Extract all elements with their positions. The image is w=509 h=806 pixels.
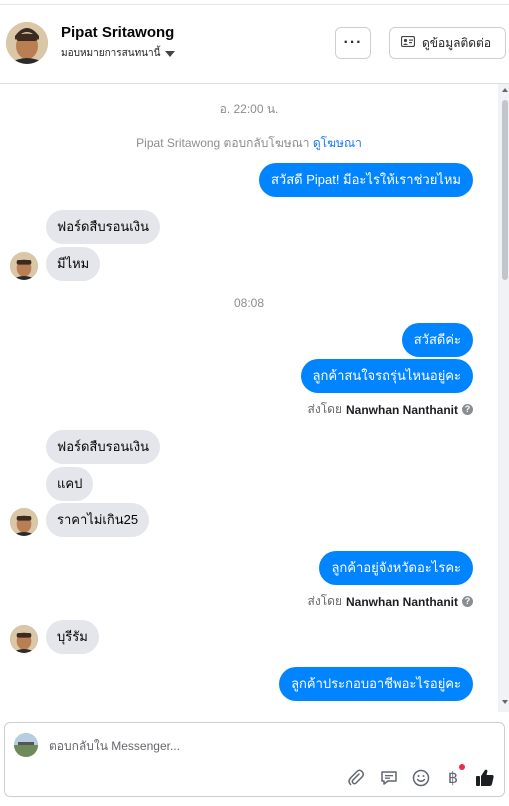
- ad-reply-notice: Pipat Sritawong ตอบกลับโฆษณา ดูโฆษณา: [0, 134, 498, 153]
- chevron-down-icon: [165, 50, 176, 57]
- message-outgoing: ลูกค้าสนใจรถรุ่นไหนอยู่คะ: [300, 359, 473, 393]
- contact-card-icon: [400, 35, 416, 50]
- sent-by-label: ส่งโดย: [307, 594, 342, 608]
- baht-icon[interactable]: ฿: [442, 767, 464, 789]
- message-thread[interactable]: อ. 22:00 น. Pipat Sritawong ตอบกลับโฆษณา…: [0, 84, 509, 712]
- sent-by-name: Nanwhan Nanthanit: [345, 594, 458, 609]
- timestamp: อ. 22:00 น.: [219, 102, 279, 116]
- help-icon[interactable]: ?: [462, 596, 473, 607]
- message-outgoing: สวัสดีค่ะ: [401, 323, 473, 357]
- sent-by-info: ส่งโดย Nanwhan Nanthanit ?: [308, 592, 473, 611]
- scrollbar-thumb[interactable]: [502, 100, 508, 280]
- message-outgoing: สวัสดี Pipat! มีอะไรให้เราช่วยไหม: [258, 163, 473, 197]
- message-incoming: แคป: [46, 467, 94, 501]
- attachment-icon[interactable]: [345, 767, 367, 789]
- conversation-header: Pipat Sritawong มอบหมายการสนทนานี้ ··· ด…: [0, 0, 509, 84]
- more-icon: ···: [343, 34, 363, 51]
- emoji-icon[interactable]: [410, 767, 432, 789]
- contact-name: Pipat Sritawong: [61, 24, 175, 41]
- view-contact-info-label: ดูข้อมูลติดต่อ: [422, 35, 492, 50]
- sent-by-label: ส่งโดย: [307, 402, 342, 416]
- avatar: [10, 252, 38, 280]
- message-incoming: บุรีรัม: [46, 620, 99, 654]
- assign-dropdown[interactable]: มอบหมายการสนทนานี้: [61, 46, 176, 61]
- divider: [0, 4, 509, 5]
- sent-by-info: ส่งโดย Nanwhan Nanthanit ?: [308, 400, 473, 419]
- avatar: [10, 625, 38, 653]
- thumbs-up-icon[interactable]: [474, 767, 496, 789]
- message-incoming: มีไหม: [46, 247, 101, 281]
- assign-label: มอบหมายการสนทนานี้: [61, 48, 161, 59]
- avatar: [14, 733, 38, 757]
- message-outgoing: ลูกค้าอยู่จังหวัดอะไรคะ: [319, 551, 473, 585]
- notification-dot: [459, 764, 465, 770]
- ad-reply-text: Pipat Sritawong ตอบกลับโฆษณา: [136, 136, 310, 150]
- timestamp: 08:08: [233, 296, 265, 310]
- message-outgoing: ลูกค้าประกอบอาชีพอะไรอยู่คะ: [279, 667, 473, 701]
- help-icon[interactable]: ?: [462, 404, 473, 415]
- view-contact-info-button[interactable]: ดูข้อมูลติดต่อ: [389, 27, 506, 59]
- message-incoming: ราคาไม่เกิน25: [46, 503, 150, 537]
- scroll-down-icon[interactable]: [502, 700, 508, 704]
- saved-reply-icon[interactable]: [378, 767, 400, 789]
- sent-by-name: Nanwhan Nanthanit: [345, 402, 458, 417]
- scroll-up-icon[interactable]: [502, 88, 508, 92]
- message-composer[interactable]: ตอบกลับใน Messenger... ฿: [4, 722, 505, 797]
- more-options-button[interactable]: ···: [335, 27, 371, 59]
- message-incoming: ฟอร์ดสืบรอนเงิน: [46, 430, 160, 464]
- avatar: [10, 508, 38, 536]
- view-ad-link[interactable]: ดูโฆษณา: [313, 136, 362, 150]
- message-incoming: ฟอร์ดสืบรอนเงิน: [46, 210, 160, 244]
- reply-input[interactable]: ตอบกลับใน Messenger...: [49, 737, 180, 756]
- avatar[interactable]: [6, 22, 48, 64]
